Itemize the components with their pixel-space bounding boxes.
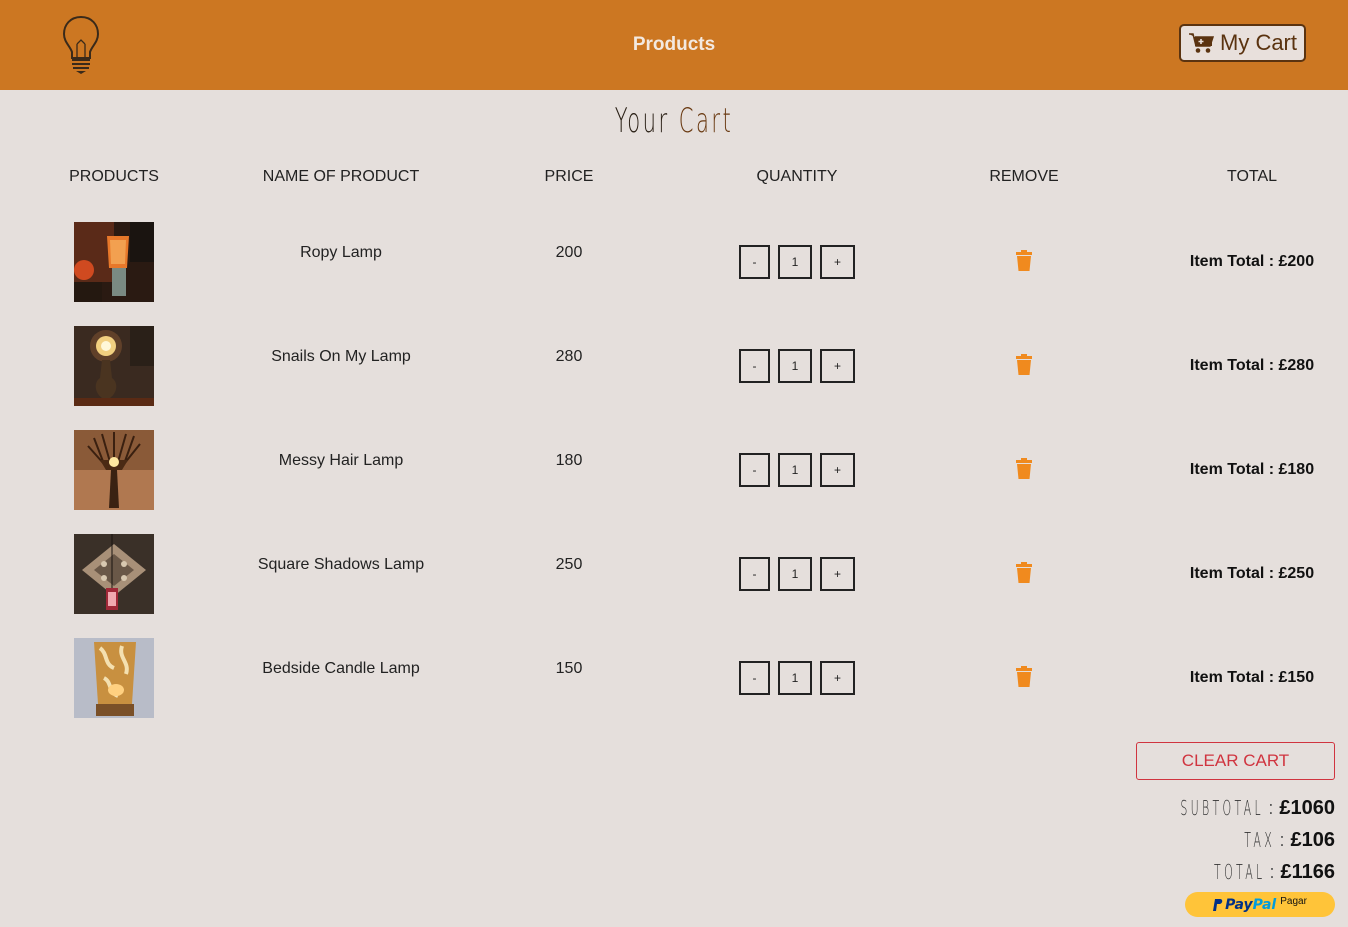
paypal-logo-icon bbox=[1213, 898, 1223, 911]
increment-button[interactable]: + bbox=[820, 349, 855, 383]
decrement-button[interactable]: - bbox=[739, 453, 770, 487]
increment-button[interactable]: + bbox=[820, 453, 855, 487]
trash-icon[interactable] bbox=[1014, 250, 1034, 272]
subtotal-separator: : bbox=[1268, 797, 1274, 818]
product-price: 200 bbox=[555, 244, 583, 261]
column-header-quantity: QUANTITY bbox=[756, 168, 838, 185]
item-total: Item Total : £150 bbox=[1189, 669, 1315, 686]
paypal-brand-pay: Pay bbox=[1225, 896, 1253, 913]
product-image bbox=[74, 534, 154, 614]
total-line: TOTAL : £1166 bbox=[1172, 857, 1335, 887]
cart-row: Messy Hair Lamp 180 - 1 + Item Total : £… bbox=[0, 430, 1348, 510]
column-header-total: TOTAL bbox=[1226, 168, 1278, 185]
trash-icon[interactable] bbox=[1014, 666, 1034, 688]
quantity-value[interactable]: 1 bbox=[778, 557, 812, 591]
product-image bbox=[74, 430, 154, 510]
decrement-button[interactable]: - bbox=[739, 661, 770, 695]
tax-separator: : bbox=[1279, 829, 1285, 850]
column-header-products: PRODUCTS bbox=[69, 168, 159, 185]
cart-row: Bedside Candle Lamp 150 - 1 + Item Total… bbox=[0, 638, 1348, 718]
product-name: Snails On My Lamp bbox=[271, 348, 411, 365]
page-title: Your Cart bbox=[256, 101, 1092, 141]
increment-button[interactable]: + bbox=[820, 557, 855, 591]
tax-line: TAX : £106 bbox=[1219, 825, 1335, 855]
trash-icon[interactable] bbox=[1014, 354, 1034, 376]
item-total: Item Total : £250 bbox=[1189, 565, 1315, 582]
nav-products-link[interactable]: Products bbox=[574, 34, 774, 56]
decrement-button[interactable]: - bbox=[739, 557, 770, 591]
subtotal-line: SUBTOTAL : £1060 bbox=[1112, 793, 1335, 823]
my-cart-label: My Cart bbox=[1220, 30, 1297, 55]
subtotal-value: £1060 bbox=[1279, 796, 1335, 819]
subtotal-label: SUBTOTAL bbox=[1180, 796, 1265, 820]
shopping-cart-icon bbox=[1189, 33, 1214, 53]
column-header-remove: REMOVE bbox=[989, 168, 1059, 185]
product-image bbox=[74, 222, 154, 302]
product-name: Square Shadows Lamp bbox=[257, 556, 425, 573]
product-name: Bedside Candle Lamp bbox=[262, 660, 420, 677]
total-label: TOTAL bbox=[1214, 860, 1266, 884]
product-price: 180 bbox=[555, 452, 583, 469]
total-value: £1166 bbox=[1280, 860, 1335, 883]
product-price: 150 bbox=[555, 660, 583, 677]
trash-icon[interactable] bbox=[1014, 562, 1034, 584]
page-title-word-1: Your bbox=[614, 101, 670, 141]
product-image bbox=[74, 326, 154, 406]
paypal-button[interactable]: Pay Pal Pagar bbox=[1185, 892, 1335, 917]
tax-label: TAX bbox=[1244, 828, 1276, 852]
decrement-button[interactable]: - bbox=[739, 349, 770, 383]
lightbulb-icon[interactable] bbox=[60, 14, 102, 76]
item-total: Item Total : £280 bbox=[1189, 357, 1315, 374]
clear-cart-button[interactable]: CLEAR CART bbox=[1136, 742, 1335, 780]
trash-icon[interactable] bbox=[1014, 458, 1034, 480]
column-header-price: PRICE bbox=[544, 168, 594, 185]
page-title-word-2: Cart bbox=[678, 101, 734, 141]
item-total: Item Total : £200 bbox=[1189, 253, 1315, 270]
paypal-brand-pal: Pal bbox=[1252, 896, 1277, 913]
product-image bbox=[74, 638, 154, 718]
paypal-action-label: Pagar bbox=[1280, 896, 1307, 907]
product-price: 280 bbox=[555, 348, 583, 365]
product-name: Messy Hair Lamp bbox=[278, 452, 404, 469]
cart-row: Ropy Lamp 200 - 1 + Item Total : £200 bbox=[0, 222, 1348, 302]
cart-row: Square Shadows Lamp 250 - 1 + Item Total… bbox=[0, 534, 1348, 614]
navbar: Products My Cart bbox=[0, 0, 1348, 90]
my-cart-button[interactable]: My Cart bbox=[1179, 24, 1306, 62]
increment-button[interactable]: + bbox=[820, 661, 855, 695]
quantity-value[interactable]: 1 bbox=[778, 349, 812, 383]
product-price: 250 bbox=[555, 556, 583, 573]
decrement-button[interactable]: - bbox=[739, 245, 770, 279]
item-total: Item Total : £180 bbox=[1189, 461, 1315, 478]
quantity-value[interactable]: 1 bbox=[778, 453, 812, 487]
column-header-name: NAME OF PRODUCT bbox=[262, 168, 420, 185]
increment-button[interactable]: + bbox=[820, 245, 855, 279]
total-separator: : bbox=[1269, 861, 1275, 882]
quantity-value[interactable]: 1 bbox=[778, 245, 812, 279]
quantity-value[interactable]: 1 bbox=[778, 661, 812, 695]
product-name: Ropy Lamp bbox=[300, 244, 382, 261]
tax-value: £106 bbox=[1290, 828, 1336, 851]
cart-row: Snails On My Lamp 280 - 1 + Item Total :… bbox=[0, 326, 1348, 406]
